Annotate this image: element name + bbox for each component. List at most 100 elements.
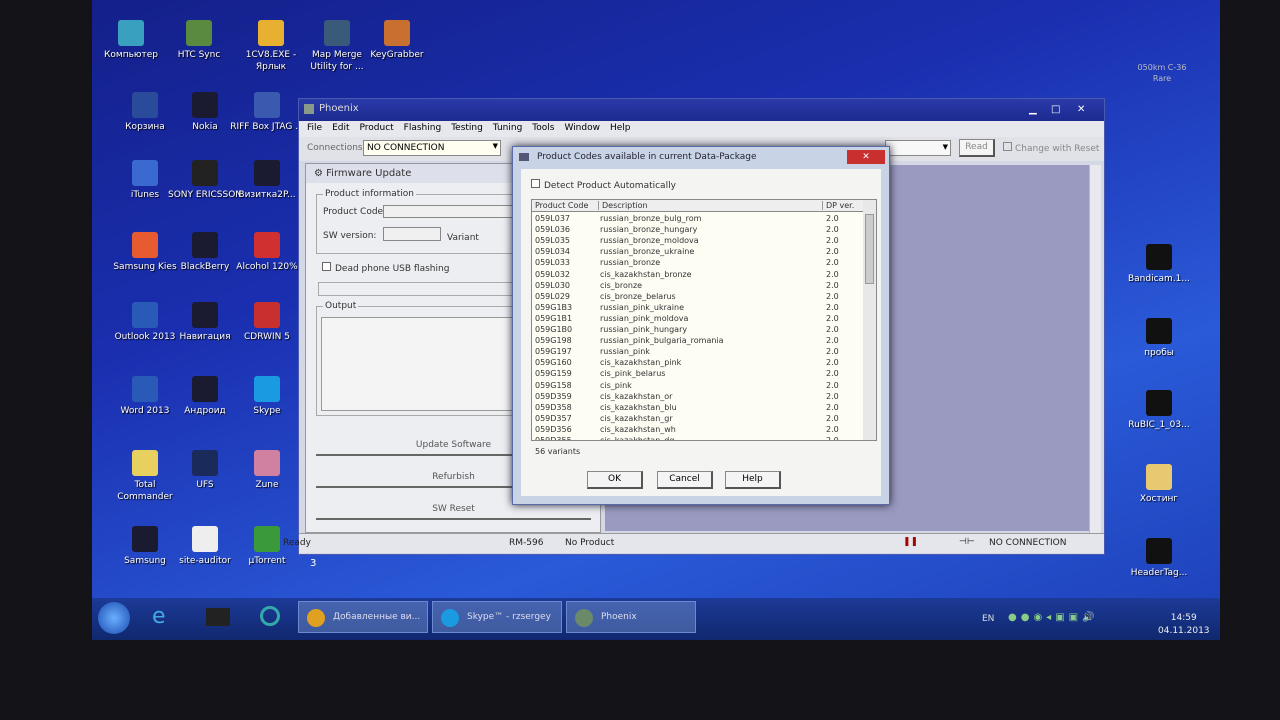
window-title: Phoenix	[319, 103, 359, 114]
dialog-title-bar[interactable]: Product Codes available in current Data-…	[513, 147, 889, 169]
column-header-dp[interactable]: DP ver.	[822, 201, 854, 210]
variants-count: 56 variants	[535, 447, 581, 456]
table-row[interactable]: 059G158 cis_pink 2.0	[532, 381, 862, 392]
desktop-icon[interactable]: Skype	[230, 376, 304, 417]
ie-icon[interactable]: e	[152, 604, 166, 629]
menu-item-edit[interactable]: Edit	[332, 123, 349, 135]
sw-version-field[interactable]	[383, 227, 441, 241]
cell-dp-version: 2.0	[826, 291, 839, 301]
table-row[interactable]: 059G159 cis_pink_belarus 2.0	[532, 369, 862, 380]
desktop-icon[interactable]: RIFF Box JTAG ...	[230, 92, 304, 133]
desktop-icon[interactable]: Визитка2P...	[230, 160, 304, 201]
desktop-icon[interactable]: HTC Sync	[162, 20, 236, 61]
table-row[interactable]: 059G160 cis_kazakhstan_pink 2.0	[532, 358, 862, 369]
desktop-icon[interactable]: Zune	[230, 450, 304, 491]
taskbar-item[interactable]: Phoenix	[566, 601, 696, 633]
help-button[interactable]: Help	[725, 471, 781, 489]
table-scrollbar[interactable]	[863, 200, 876, 440]
menu-item-tuning[interactable]: Tuning	[493, 123, 522, 135]
menu-item-help[interactable]: Help	[610, 123, 631, 135]
product-select[interactable]: ▼	[885, 140, 951, 156]
phoenix-title-bar[interactable]: Phoenix ▁ □ ✕	[299, 99, 1104, 121]
mail-icon	[1146, 464, 1172, 490]
scrollbar[interactable]	[1089, 165, 1101, 535]
desktop-icon[interactable]: Хостинг	[1122, 464, 1196, 505]
app-icon	[192, 450, 218, 476]
table-row[interactable]: 059G197 russian_pink 2.0	[532, 347, 862, 358]
table-row[interactable]: 059L030 cis_bronze 2.0	[532, 281, 862, 292]
cell-code: 059G197	[535, 347, 572, 357]
column-header-description[interactable]: Description	[598, 201, 820, 210]
cell-description: russian_pink_bulgaria_romania	[600, 336, 724, 346]
change-with-reset-checkbox[interactable]: Change with Reset	[1003, 142, 1099, 154]
table-row[interactable]: 059D357 cis_kazakhstan_gr 2.0	[532, 414, 862, 425]
table-row[interactable]: 059L032 cis_kazakhstan_bronze 2.0	[532, 270, 862, 281]
cell-description: russian_bronze_hungary	[600, 225, 698, 235]
app-icon	[254, 450, 280, 476]
cell-code: 059D359	[535, 391, 572, 401]
menu-item-tools[interactable]: Tools	[532, 123, 554, 135]
desktop-icon[interactable]: 1CV8.EXE - Ярлык	[234, 20, 308, 73]
minimize-button[interactable]: ▁	[1029, 104, 1037, 115]
table-row[interactable]: 059D358 cis_kazakhstan_blu 2.0	[532, 403, 862, 414]
table-row[interactable]: 059L037 russian_bronze_bulg_rom 2.0	[532, 214, 862, 225]
taskbar-item[interactable]: Добавленные ви...	[298, 601, 428, 633]
app-icon	[254, 232, 280, 258]
table-row[interactable]: 059L033 russian_bronze 2.0	[532, 258, 862, 269]
task-app-icon	[441, 609, 459, 627]
table-row[interactable]: 059D356 cis_kazakhstan_wh 2.0	[532, 425, 862, 436]
table-row[interactable]: 059G198 russian_pink_bulgaria_romania 2.0	[532, 336, 862, 347]
cell-dp-version: 2.0	[826, 258, 839, 268]
desktop-icon[interactable]: пробы	[1122, 318, 1196, 359]
desktop-icon[interactable]: Alcohol 120%	[230, 232, 304, 273]
dead-phone-checkbox[interactable]: Dead phone USB flashing	[322, 262, 449, 274]
desktop-icon[interactable]: KeyGrabber	[360, 20, 434, 61]
close-button[interactable]: ✕	[1077, 104, 1085, 115]
menu-item-flashing[interactable]: Flashing	[404, 123, 442, 135]
table-row[interactable]: 059L036 russian_bronze_hungary 2.0	[532, 225, 862, 236]
table-row[interactable]: 059L034 russian_bronze_ukraine 2.0	[532, 247, 862, 258]
table-row[interactable]: 059G1B1 russian_pink_moldova 2.0	[532, 314, 862, 325]
cell-description: russian_pink_moldova	[600, 313, 689, 323]
table-row[interactable]: 059G1B3 russian_pink_ukraine 2.0	[532, 303, 862, 314]
table-row[interactable]: 059G1B0 russian_pink_hungary 2.0	[532, 325, 862, 336]
read-button[interactable]: Read	[959, 139, 995, 157]
detect-auto-checkbox[interactable]: Detect Product Automatically	[531, 179, 676, 191]
desktop-icon[interactable]: Bandicam.1...	[1122, 244, 1196, 285]
menu-item-file[interactable]: File	[307, 123, 322, 135]
cell-dp-version: 2.0	[826, 302, 839, 312]
start-button[interactable]	[98, 602, 130, 634]
media-icon[interactable]	[260, 606, 280, 626]
column-header-code[interactable]: Product Code	[535, 201, 588, 210]
connection-select[interactable]: NO CONNECTION ▼	[363, 140, 501, 156]
table-row[interactable]: 059L029 cis_bronze_belarus 2.0	[532, 292, 862, 303]
desktop-icon[interactable]: RuBIC_1_03...	[1122, 390, 1196, 431]
app-icon	[384, 20, 410, 46]
desktop-icon[interactable]: Компьютер	[94, 20, 168, 61]
explorer-icon[interactable]	[206, 608, 230, 626]
maximize-button[interactable]: □	[1051, 104, 1060, 115]
table-row[interactable]: 059D355 cis_kazakhstan_dg 2.0	[532, 436, 862, 440]
tray-icons[interactable]: ●●◉◂▣▣🔊	[1008, 612, 1099, 623]
menu-item-product[interactable]: Product	[360, 123, 394, 135]
pause-icon: ❚❚	[903, 537, 919, 547]
sw-reset-button[interactable]: SW Reset	[316, 504, 591, 520]
cell-dp-version: 2.0	[826, 391, 839, 401]
menu-item-testing[interactable]: Testing	[451, 123, 483, 135]
app-icon	[254, 92, 280, 118]
dialog-close-button[interactable]: ✕	[847, 150, 885, 164]
menu-item-window[interactable]: Window	[564, 123, 600, 135]
table-row[interactable]: 059D359 cis_kazakhstan_or 2.0	[532, 392, 862, 403]
cell-dp-version: 2.0	[826, 336, 839, 346]
clock[interactable]: 14:59 04.11.2013	[1158, 612, 1210, 638]
language-indicator[interactable]: EN	[982, 614, 994, 624]
cell-dp-version: 2.0	[826, 369, 839, 379]
app-icon	[192, 92, 218, 118]
table-row[interactable]: 059L035 russian_bronze_moldova 2.0	[532, 236, 862, 247]
taskbar-item[interactable]: Skype™ - rzsergey	[432, 601, 562, 633]
desktop-icon[interactable]: HeaderTag...	[1122, 538, 1196, 579]
ok-button[interactable]: OK	[587, 471, 643, 489]
cell-dp-version: 2.0	[826, 380, 839, 390]
cancel-button[interactable]: Cancel	[657, 471, 713, 489]
desktop-icon[interactable]: CDRWIN 5	[230, 302, 304, 343]
